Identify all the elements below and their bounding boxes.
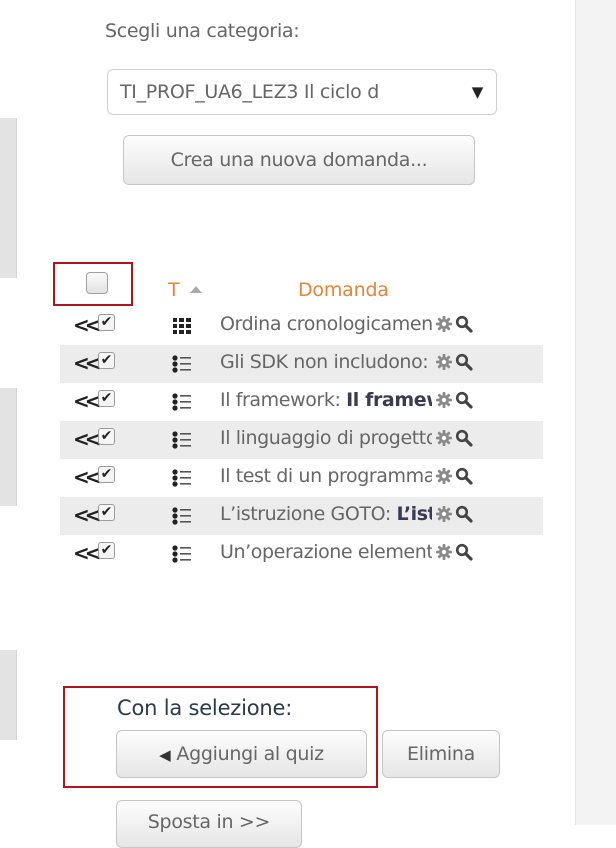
search-icon[interactable] — [455, 353, 473, 371]
delete-button[interactable]: Elimina — [382, 730, 500, 778]
question-text[interactable]: Il test di un programma — [220, 465, 432, 487]
move-to-quiz-icon[interactable]: << — [73, 541, 101, 565]
question-text-body: Il framew — [346, 389, 432, 411]
row-checkbox[interactable]: ✔ — [98, 542, 115, 559]
move-to-quiz-icon[interactable]: << — [73, 465, 101, 489]
gear-icon[interactable] — [435, 353, 453, 371]
question-row: << ✔ Gli SDK non includono: — [60, 345, 543, 383]
search-icon[interactable] — [455, 315, 473, 333]
move-to-quiz-icon[interactable]: << — [73, 389, 101, 413]
row-checkbox[interactable]: ✔ — [98, 314, 115, 331]
search-icon[interactable] — [455, 429, 473, 447]
move-to-button[interactable]: Sposta in >> — [116, 800, 302, 848]
gear-icon[interactable] — [435, 543, 453, 561]
gear-icon[interactable] — [435, 315, 453, 333]
chevron-down-icon: ▼ — [471, 83, 484, 101]
question-text[interactable]: Il linguaggio di progetto — [220, 427, 432, 449]
move-to-quiz-icon[interactable]: << — [73, 313, 101, 337]
create-question-button[interactable]: Crea una nuova domanda... — [123, 135, 475, 185]
column-header-question[interactable]: Domanda — [298, 279, 389, 301]
question-text[interactable]: Ordina cronologicamen — [220, 313, 432, 335]
question-text-body: L’ist — [396, 503, 433, 525]
left-panel-strip — [0, 388, 17, 506]
question-row: <<✔ L’istruzione GOTO: L’ist — [60, 497, 543, 535]
add-to-quiz-label: Aggiungi al quiz — [176, 743, 324, 765]
question-row: << ✔ Ordina cronologicamen — [60, 307, 543, 345]
gear-icon[interactable] — [435, 429, 453, 447]
question-text[interactable]: L’istruzione GOTO: L’ist — [220, 503, 432, 525]
category-select[interactable]: TI_PROF_UA6_LEZ3 Il ciclo d ▼ — [107, 69, 497, 115]
arrow-left-icon: ◀ — [159, 746, 171, 764]
search-icon[interactable] — [455, 543, 473, 561]
question-text[interactable]: Il framework: Il framew — [220, 389, 432, 411]
row-checkbox[interactable]: ✔ — [98, 428, 115, 445]
multichoice-question-icon — [172, 506, 192, 526]
search-icon[interactable] — [455, 467, 473, 485]
row-checkbox[interactable]: ✔ — [98, 504, 115, 521]
sort-up-icon[interactable] — [190, 286, 202, 293]
move-to-quiz-icon[interactable]: << — [73, 503, 101, 527]
multichoice-question-icon — [172, 544, 192, 564]
question-row: << ✔ Il linguaggio di progetto — [60, 421, 543, 459]
category-select-value: TI_PROF_UA6_LEZ3 Il ciclo d — [120, 81, 379, 103]
category-label: Scegli una categoria: — [105, 20, 300, 42]
question-row: <<✔ Il framework: Il framew — [60, 383, 543, 421]
gear-icon[interactable] — [435, 505, 453, 523]
gear-icon[interactable] — [435, 391, 453, 409]
row-checkbox[interactable]: ✔ — [98, 466, 115, 483]
left-panel-strip — [0, 118, 17, 278]
column-header-type[interactable]: T — [168, 279, 180, 301]
move-to-quiz-icon[interactable]: << — [73, 351, 101, 375]
multichoice-question-icon — [172, 468, 192, 488]
question-text[interactable]: Gli SDK non includono: — [220, 351, 432, 373]
left-panel-strip — [0, 650, 17, 740]
search-icon[interactable] — [455, 391, 473, 409]
selection-label: Con la selezione: — [117, 696, 293, 720]
select-all-checkbox[interactable] — [86, 272, 108, 294]
ordering-question-icon — [172, 316, 192, 336]
multichoice-question-icon — [172, 354, 192, 374]
add-to-quiz-button[interactable]: ◀ Aggiungi al quiz — [116, 730, 367, 778]
move-to-quiz-icon[interactable]: << — [73, 427, 101, 451]
right-gutter — [575, 0, 616, 825]
question-row: << ✔ Un’operazione element — [60, 535, 543, 573]
question-text[interactable]: Un’operazione element — [220, 541, 432, 563]
question-row: << ✔ Il test di un programma — [60, 459, 543, 497]
search-icon[interactable] — [455, 505, 473, 523]
multichoice-question-icon — [172, 430, 192, 450]
gear-icon[interactable] — [435, 467, 453, 485]
row-checkbox[interactable]: ✔ — [98, 390, 115, 407]
row-checkbox[interactable]: ✔ — [98, 352, 115, 369]
multichoice-question-icon — [172, 392, 192, 412]
